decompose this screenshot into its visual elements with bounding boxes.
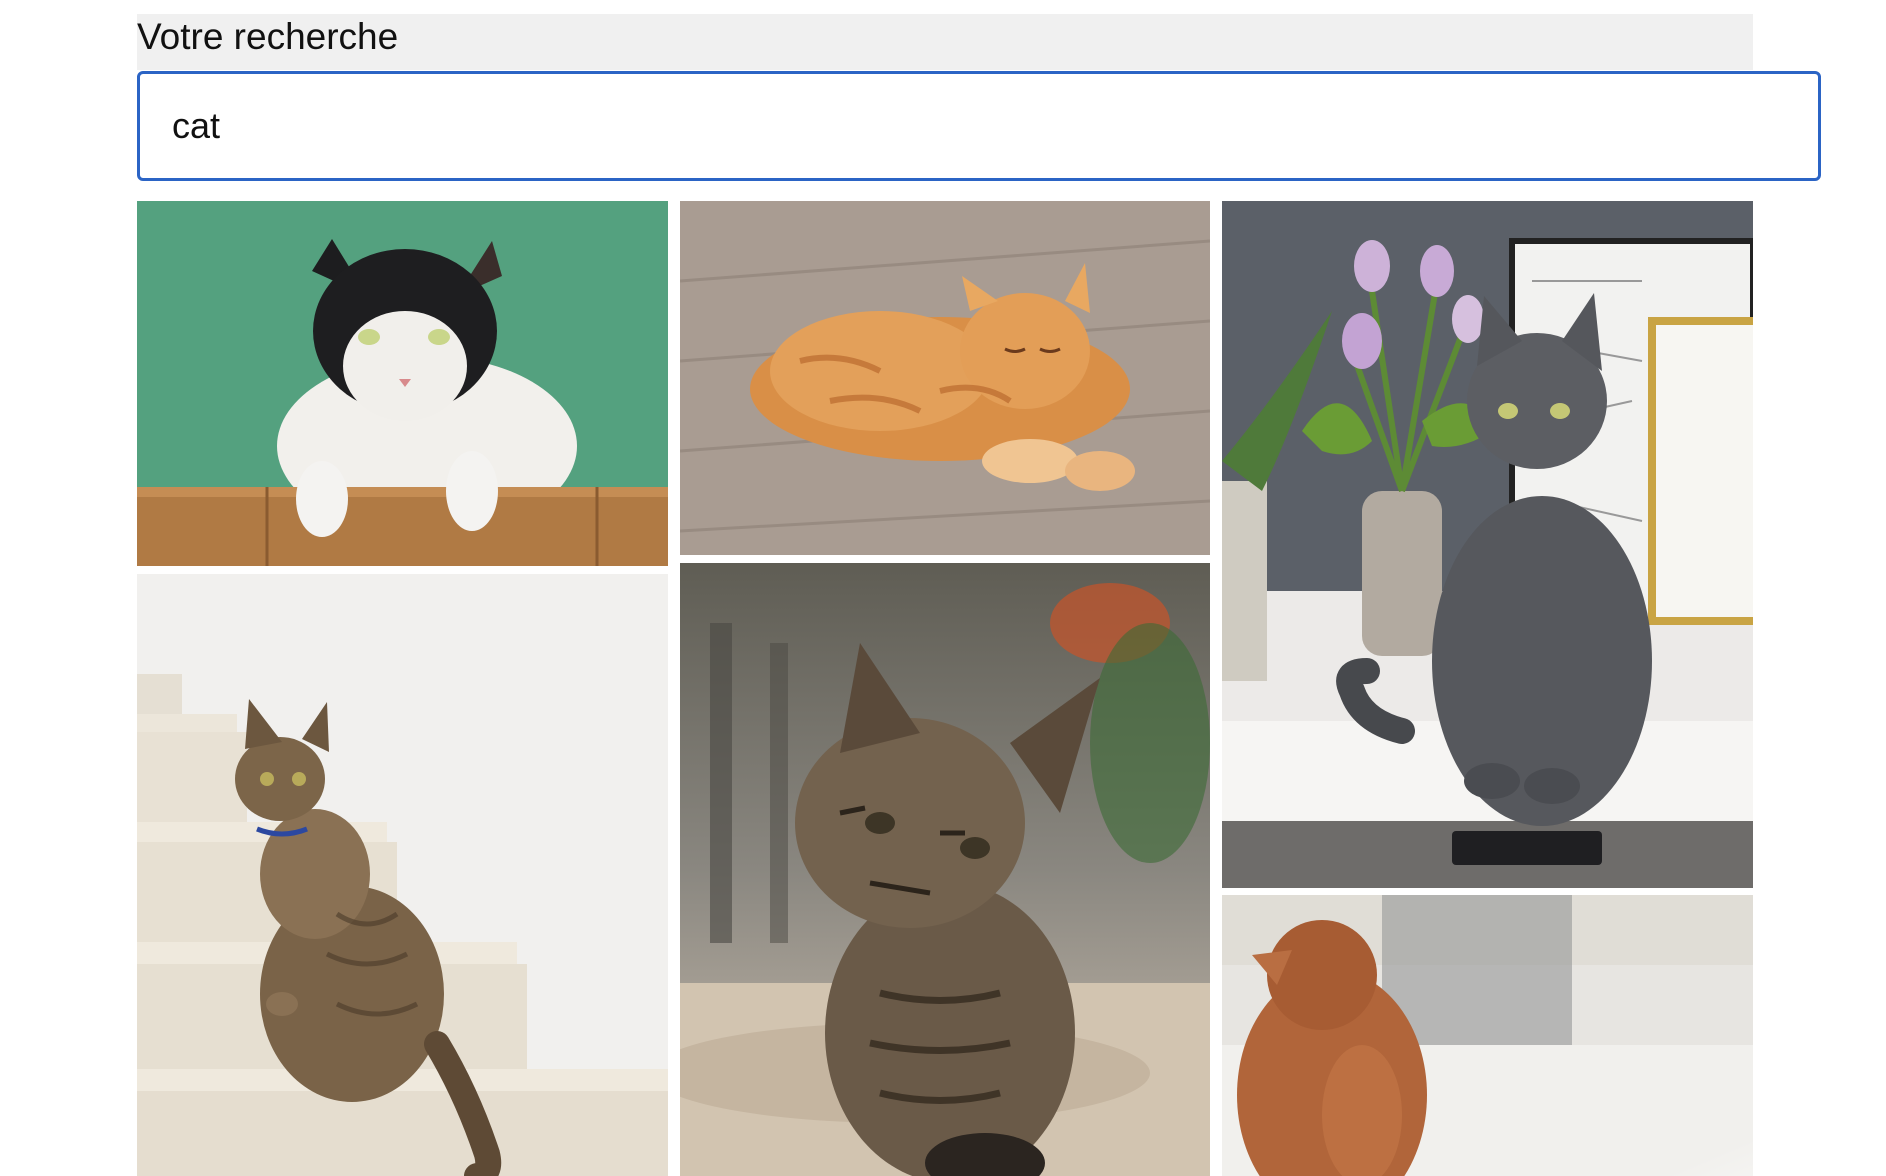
search-header: Votre recherche <box>137 14 1753 70</box>
result-image-3[interactable] <box>1222 201 1753 888</box>
cat-photo-orange-sleeping-icon <box>680 201 1210 555</box>
cat-photo-orange-back-icon <box>1222 895 1753 1176</box>
result-image-4[interactable] <box>137 574 668 1176</box>
result-image-5[interactable] <box>680 563 1210 1176</box>
result-image-6[interactable] <box>1222 895 1753 1176</box>
search-label: Votre recherche <box>137 16 399 57</box>
cat-photo-grey-tulips-icon <box>1222 201 1753 888</box>
search-input[interactable] <box>137 71 1821 181</box>
result-image-1[interactable] <box>137 201 668 566</box>
cat-photo-tabby-kitten-icon <box>680 563 1210 1176</box>
result-image-2[interactable] <box>680 201 1210 555</box>
cat-photo-tabby-stairs-icon <box>137 574 668 1176</box>
cat-photo-black-white-icon <box>137 201 668 566</box>
